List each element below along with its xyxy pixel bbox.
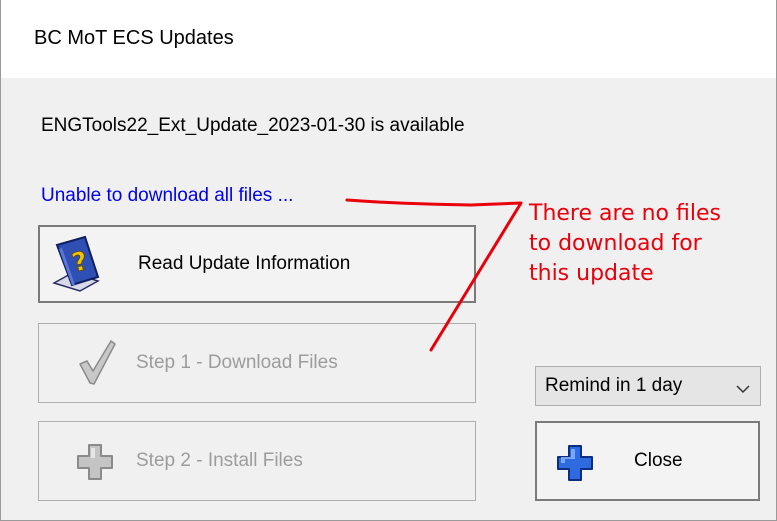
annotation-line-3: this update bbox=[529, 261, 654, 286]
annotation-note: There are no files to download for this … bbox=[529, 199, 721, 289]
remind-interval-value: Remind in 1 day bbox=[545, 375, 683, 396]
annotation-line-1: There are no files bbox=[529, 201, 721, 226]
window-title: BC MoT ECS Updates bbox=[34, 27, 234, 49]
read-update-information-button[interactable]: ? Read Update Information bbox=[38, 225, 476, 303]
update-dialog: BC MoT ECS Updates ENGTools22_Ext_Update… bbox=[0, 0, 777, 521]
install-files-label: Step 2 - Install Files bbox=[136, 450, 303, 471]
close-button[interactable]: Close bbox=[535, 421, 760, 501]
chevron-down-icon bbox=[736, 381, 750, 399]
install-files-button[interactable]: Step 2 - Install Files bbox=[38, 421, 476, 501]
help-book-icon: ? bbox=[48, 235, 104, 298]
annotation-line-2: to download for bbox=[529, 231, 702, 256]
title-bar: BC MoT ECS Updates bbox=[1, 0, 776, 78]
status-message: ENGTools22_Ext_Update_2023-01-30 is avai… bbox=[41, 115, 465, 136]
read-update-information-label: Read Update Information bbox=[138, 253, 351, 274]
checkmark-icon bbox=[77, 338, 117, 391]
plus-icon bbox=[75, 442, 115, 487]
download-files-label: Step 1 - Download Files bbox=[136, 352, 338, 373]
remind-interval-select[interactable]: Remind in 1 day bbox=[535, 366, 761, 406]
plus-icon bbox=[555, 443, 595, 488]
close-label: Close bbox=[634, 450, 683, 471]
download-files-button[interactable]: Step 1 - Download Files bbox=[38, 323, 476, 403]
download-error-link[interactable]: Unable to download all files ... bbox=[41, 185, 293, 207]
